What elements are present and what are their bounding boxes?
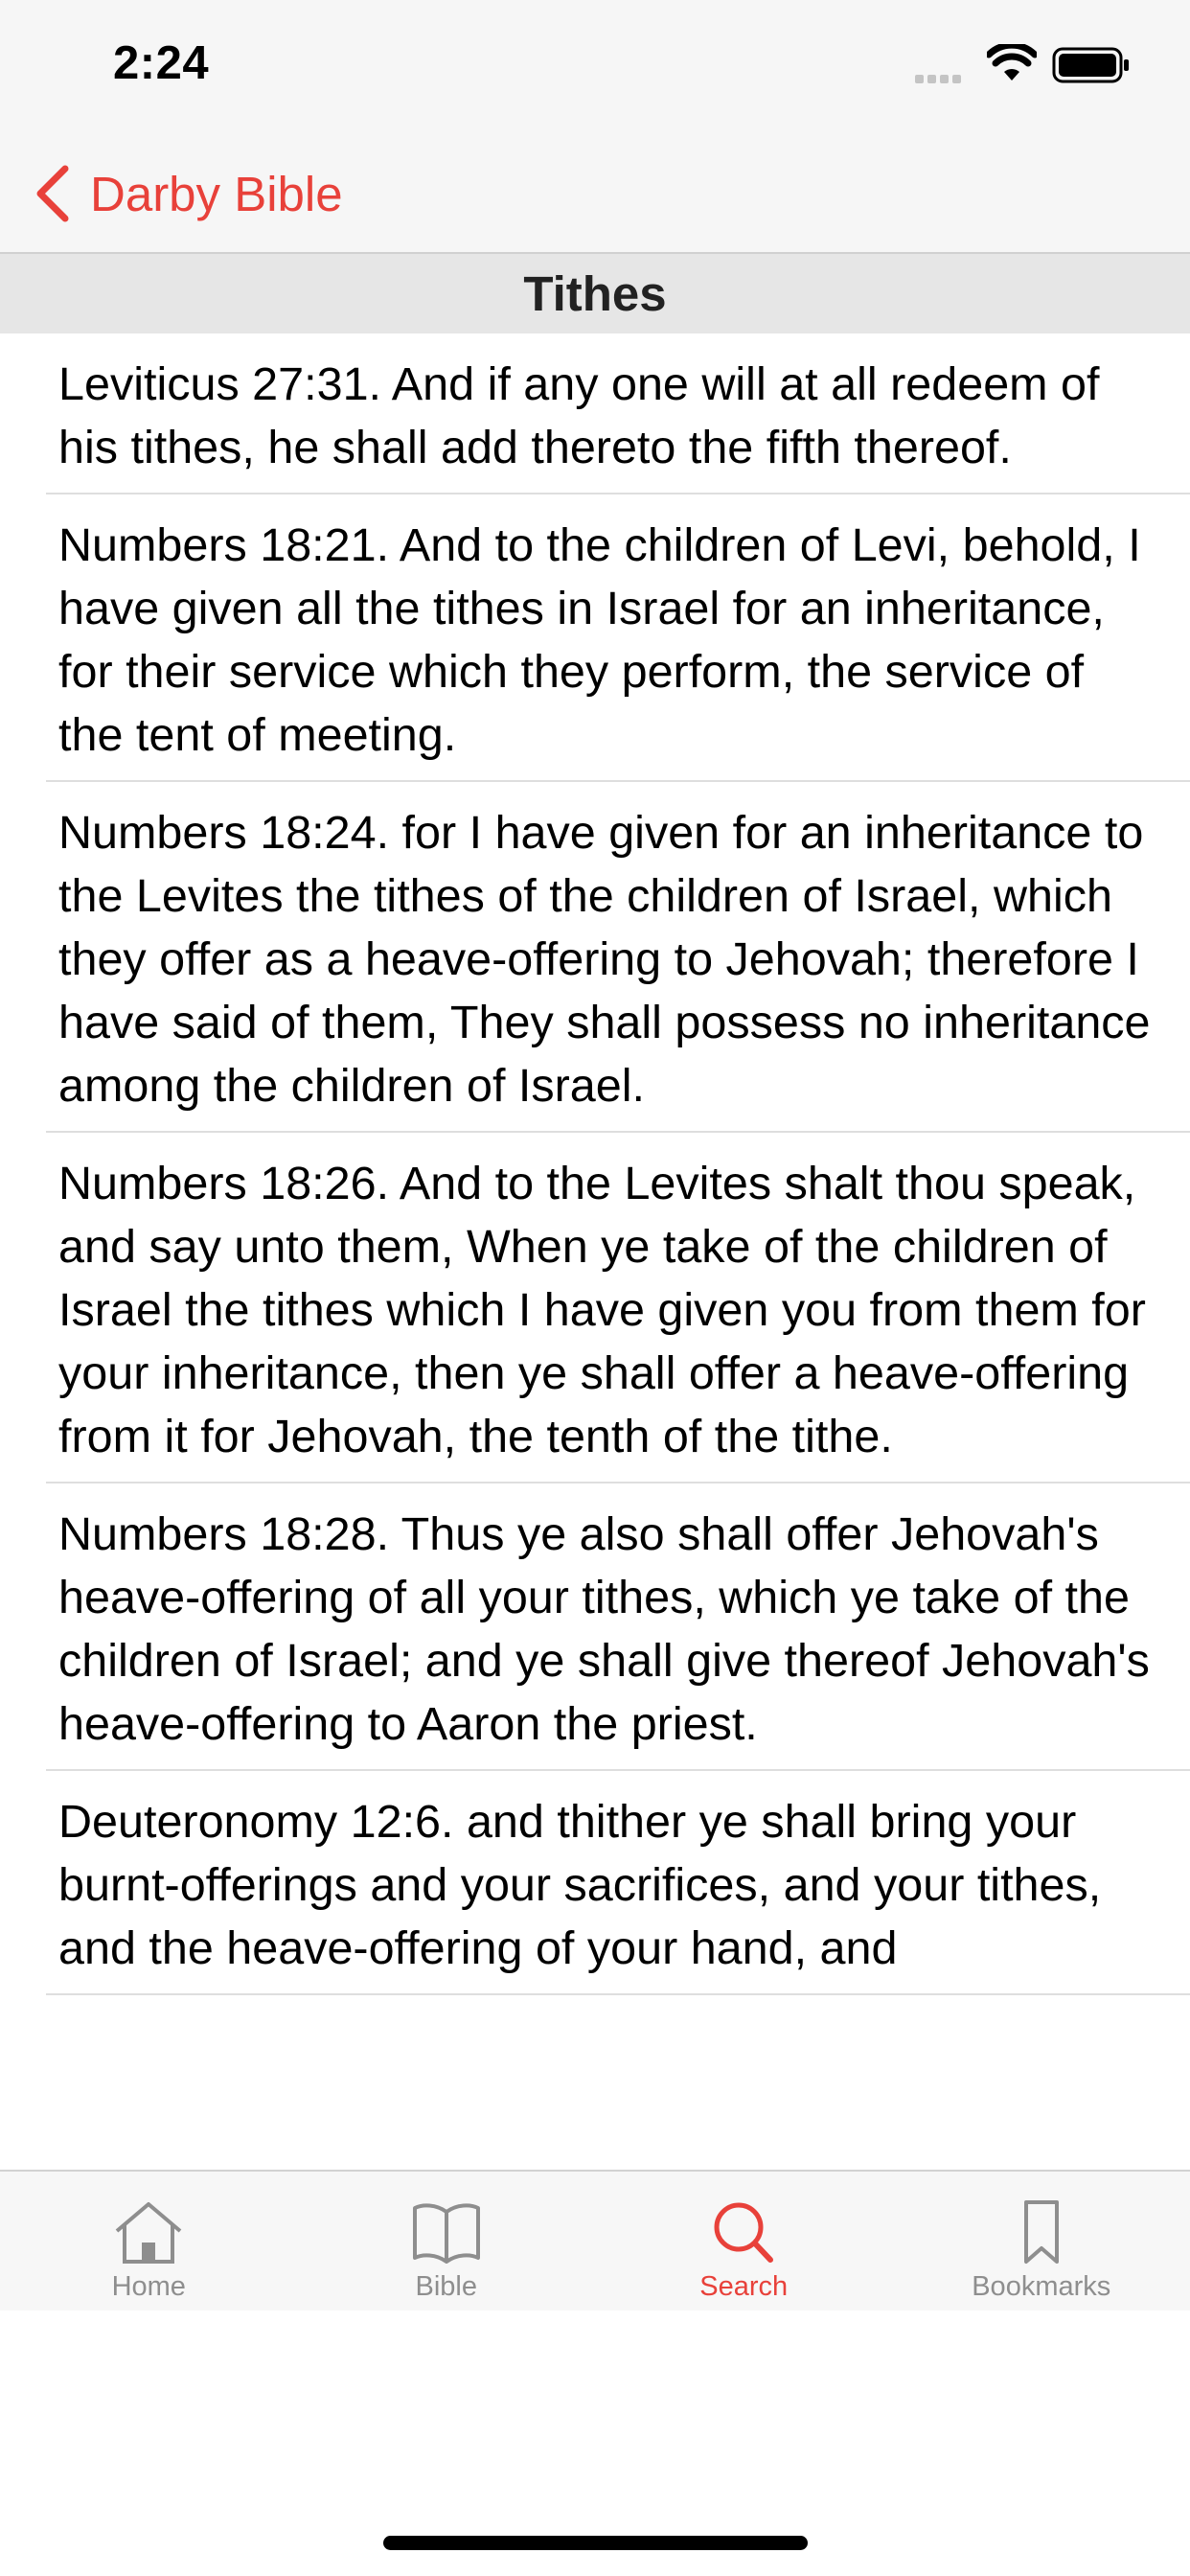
tab-home-label: Home <box>111 2271 186 2302</box>
back-button-label: Darby Bible <box>90 166 343 221</box>
tab-bar: Home Bible Search Bookmarks <box>0 2170 1190 2311</box>
home-icon <box>115 2202 182 2264</box>
chevron-left-icon <box>36 165 69 222</box>
search-icon <box>714 2202 774 2263</box>
wifi-icon <box>987 44 1037 80</box>
cellular-signal-icon <box>915 71 965 88</box>
verse-row[interactable]: Numbers 18:21. And to the children of Le… <box>0 494 1190 782</box>
tab-bookmarks[interactable]: Bookmarks <box>893 2172 1190 2311</box>
verse-row[interactable]: Deuteronomy 12:6. and thither ye shall b… <box>0 1771 1190 1995</box>
navigation-bar: Darby Bible <box>0 134 1190 254</box>
verse-row[interactable]: Numbers 18:24. for I have given for an i… <box>0 782 1190 1133</box>
tab-bible[interactable]: Bible <box>298 2172 596 2311</box>
tab-search-label: Search <box>699 2271 789 2302</box>
battery-icon <box>1052 47 1129 83</box>
tab-bookmarks-label: Bookmarks <box>972 2271 1111 2302</box>
verse-row[interactable]: Numbers 18:26. And to the Levites shalt … <box>0 1133 1190 1484</box>
tab-search[interactable]: Search <box>595 2172 893 2311</box>
bookmark-icon <box>1023 2200 1059 2264</box>
verse-row[interactable]: Leviticus 27:31. And if any one will at … <box>0 334 1190 494</box>
back-button[interactable]: Darby Bible <box>34 159 343 228</box>
status-bar: 2:24 <box>0 0 1190 134</box>
tab-home[interactable]: Home <box>0 2172 298 2311</box>
book-icon <box>412 2203 480 2264</box>
tab-bible-label: Bible <box>415 2271 478 2302</box>
section-title: Tithes <box>0 254 1190 334</box>
verse-list[interactable]: Leviticus 27:31. And if any one will at … <box>0 334 1190 2170</box>
status-time: 2:24 <box>113 37 210 89</box>
home-indicator <box>383 2536 808 2550</box>
verse-row[interactable]: Numbers 18:28. Thus ye also shall offer … <box>0 1484 1190 1771</box>
